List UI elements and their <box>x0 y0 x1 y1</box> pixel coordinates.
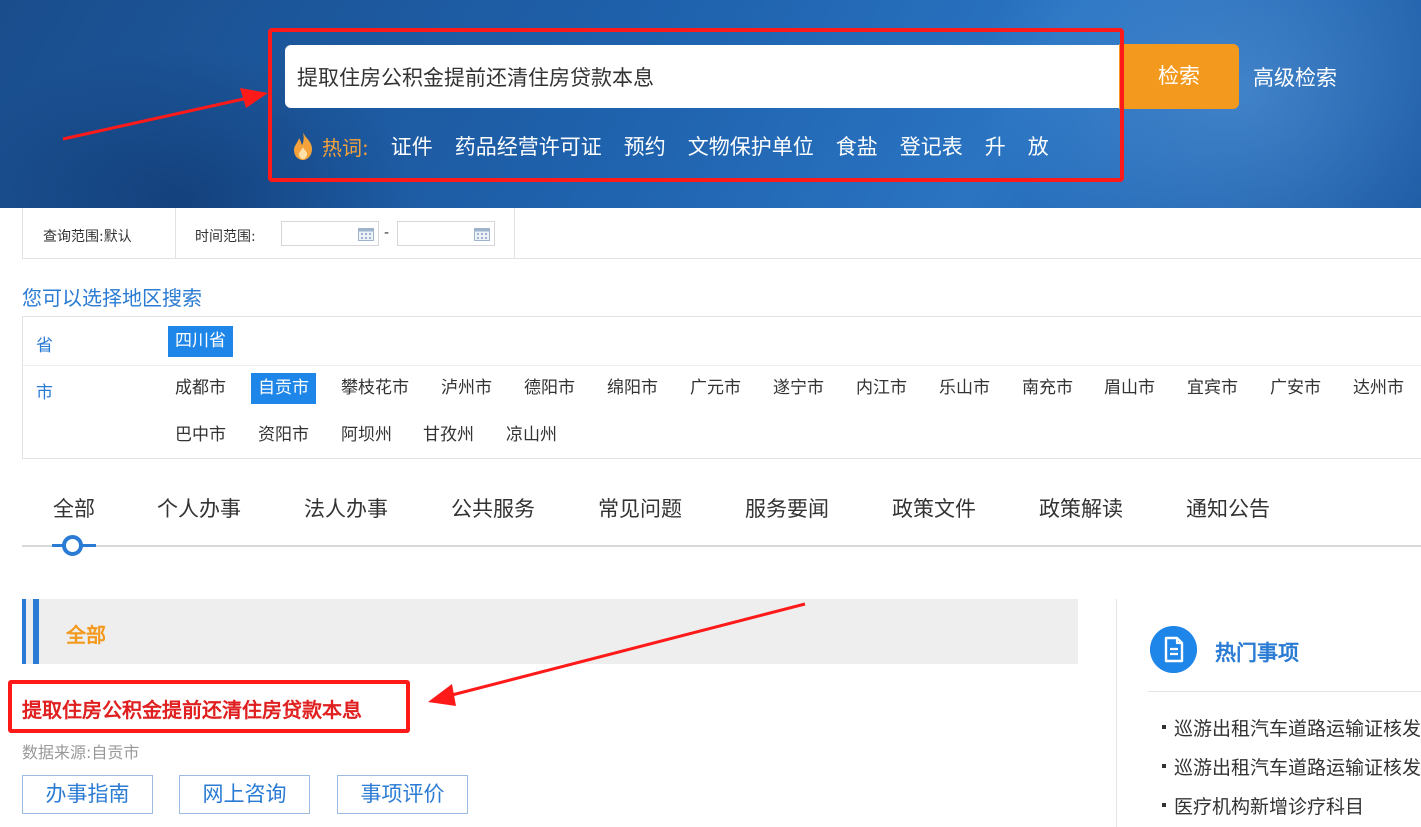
divider <box>23 365 1421 366</box>
divider <box>175 208 176 258</box>
query-scope-label[interactable]: 查询范围:默认 <box>43 226 132 246</box>
start-date-input[interactable] <box>281 221 379 246</box>
city-label: 市 <box>36 383 53 403</box>
city-item[interactable]: 内江市 <box>849 373 914 404</box>
city-item[interactable]: 乐山市 <box>932 373 997 404</box>
tab-policy-interpretation[interactable]: 政策解读 <box>1039 493 1123 523</box>
divider <box>1148 691 1421 692</box>
region-selector: 省 四川省 市 成都市 自贡市 攀枝花市 泸州市 德阳市 绵阳市 广元市 遂宁市… <box>22 316 1421 459</box>
city-item[interactable]: 甘孜州 <box>416 420 481 451</box>
tab-all[interactable]: 全部 <box>53 493 95 523</box>
city-item[interactable]: 阿坝州 <box>334 420 399 451</box>
hot-items-title: 热门事项 <box>1215 641 1299 665</box>
hot-item-label: 巡游出租汽车道路运输证核发 <box>1174 757 1421 779</box>
city-item[interactable]: 南充市 <box>1015 373 1080 404</box>
city-item[interactable]: 成都市 <box>168 373 233 404</box>
time-range-label: 时间范围: <box>195 229 256 245</box>
city-item[interactable]: 凉山州 <box>499 420 564 451</box>
date-separator: - <box>384 225 390 241</box>
tab-service-news[interactable]: 服务要闻 <box>745 493 829 523</box>
column-divider <box>1116 599 1117 827</box>
tab-active-indicator-dot <box>62 535 83 556</box>
tab-personal[interactable]: 个人办事 <box>157 493 241 523</box>
evaluate-button[interactable]: 事项评价 <box>337 775 468 814</box>
section-title: 全部 <box>66 623 106 647</box>
end-date-input[interactable] <box>397 221 495 246</box>
hot-item-link[interactable]: 巡游出租汽车道路运输证核发 <box>1162 714 1421 741</box>
document-icon <box>1150 626 1197 673</box>
online-consult-button[interactable]: 网上咨询 <box>179 775 310 814</box>
bullet-icon <box>1162 802 1166 807</box>
province-item-sichuan[interactable]: 四川省 <box>168 326 233 357</box>
section-accent-bar <box>33 599 39 664</box>
city-item[interactable]: 遂宁市 <box>766 373 831 404</box>
annotation-highlight-result <box>8 680 410 733</box>
city-item[interactable]: 泸州市 <box>434 373 499 404</box>
search-button[interactable]: 检索 <box>1119 44 1239 109</box>
city-item[interactable]: 广元市 <box>683 373 748 404</box>
city-item[interactable]: 资阳市 <box>251 420 316 451</box>
city-item[interactable]: 攀枝花市 <box>334 373 416 404</box>
city-item[interactable]: 宜宾市 <box>1180 373 1245 404</box>
city-item[interactable]: 达州市 <box>1346 373 1411 404</box>
guide-button[interactable]: 办事指南 <box>22 775 153 814</box>
city-item[interactable]: 绵阳市 <box>600 373 665 404</box>
hot-item-label: 医疗机构新增诊疗科目 <box>1174 796 1365 818</box>
divider <box>514 208 515 258</box>
bullet-icon <box>1162 763 1166 768</box>
tab-faq[interactable]: 常见问题 <box>598 493 682 523</box>
hot-item-link[interactable]: 医疗机构新增诊疗科目 <box>1162 792 1364 819</box>
hot-item-label: 巡游出租汽车道路运输证核发 <box>1174 718 1421 740</box>
tab-public-service[interactable]: 公共服务 <box>451 493 535 523</box>
tab-notices[interactable]: 通知公告 <box>1186 493 1270 523</box>
calendar-icon <box>358 228 374 241</box>
region-search-title: 您可以选择地区搜索 <box>22 286 202 310</box>
city-item[interactable]: 广安市 <box>1263 373 1328 404</box>
advanced-search-link[interactable]: 高级检索 <box>1253 62 1337 92</box>
city-item[interactable]: 自贡市 <box>251 373 316 404</box>
tab-underline <box>22 545 1421 547</box>
filter-bar: 查询范围:默认 时间范围: - <box>22 208 1421 259</box>
results-section-header: 全部 <box>22 599 1078 664</box>
annotation-highlight-search <box>268 28 1124 182</box>
section-accent-bar <box>22 599 26 664</box>
tab-policy-documents[interactable]: 政策文件 <box>892 493 976 523</box>
province-label: 省 <box>36 336 53 356</box>
city-item[interactable]: 巴中市 <box>168 420 233 451</box>
hot-item-link[interactable]: 巡游出租汽车道路运输证核发 <box>1162 753 1421 780</box>
result-data-source: 数据来源:自贡市 <box>22 743 140 762</box>
bullet-icon <box>1162 724 1166 729</box>
city-item[interactable]: 眉山市 <box>1097 373 1162 404</box>
city-item[interactable]: 德阳市 <box>517 373 582 404</box>
tab-legal-entity[interactable]: 法人办事 <box>304 493 388 523</box>
calendar-icon <box>474 228 490 241</box>
